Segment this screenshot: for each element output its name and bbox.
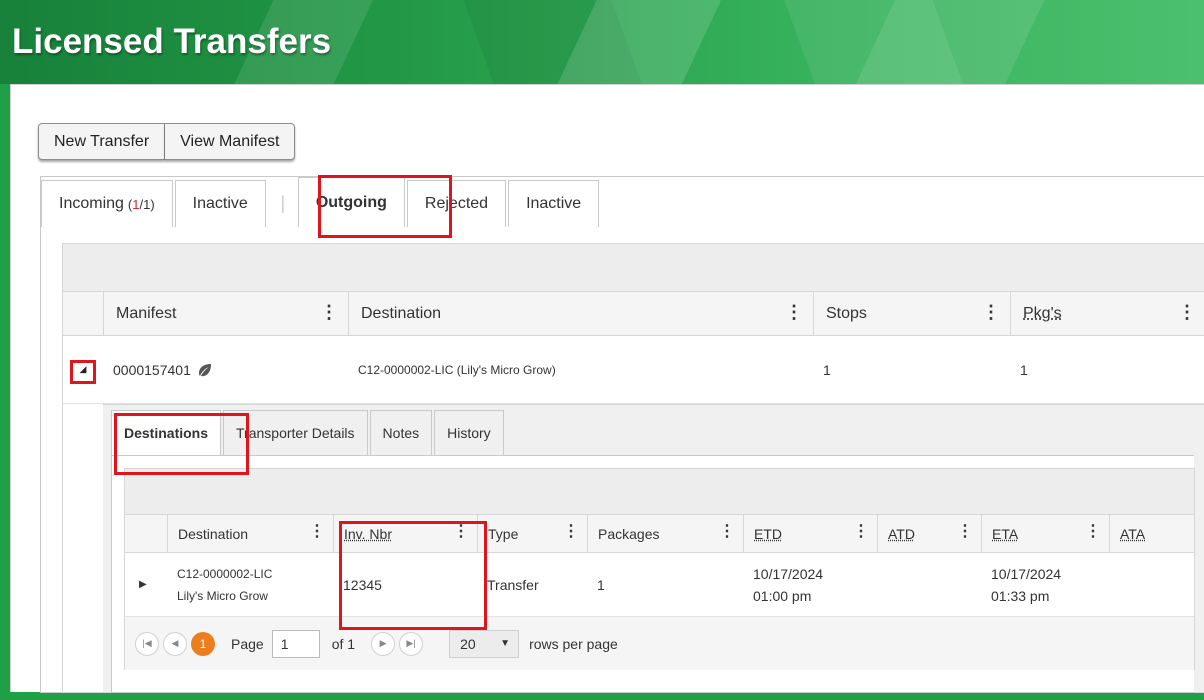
page-title: Licensed Transfers bbox=[12, 22, 332, 61]
header-stops[interactable]: Stops ⋮ bbox=[813, 292, 1010, 336]
header-destination[interactable]: Destination ⋮ bbox=[348, 292, 813, 336]
column-menu-icon[interactable]: ⋮ bbox=[320, 303, 338, 321]
header-expand-col bbox=[63, 292, 103, 336]
column-menu-icon[interactable]: ⋮ bbox=[785, 303, 803, 321]
header-packages[interactable]: Pkg's ⋮ bbox=[1010, 292, 1204, 336]
main-content: New Transfer View Manifest Incoming (1/1… bbox=[10, 84, 1204, 693]
next-page-icon[interactable]: ▶ bbox=[371, 631, 396, 656]
ata-cell bbox=[1109, 553, 1196, 617]
highlight-outgoing-tab bbox=[318, 175, 452, 238]
page-input[interactable]: 1 bbox=[271, 629, 320, 658]
column-menu-icon[interactable]: ⋮ bbox=[853, 523, 869, 541]
page-banner: Licensed Transfers bbox=[0, 0, 1204, 84]
last-page-icon[interactable]: ▶| bbox=[399, 631, 424, 656]
destinations-grid-toolbar bbox=[125, 469, 1194, 515]
column-menu-icon[interactable]: ⋮ bbox=[309, 523, 325, 541]
view-manifest-button[interactable]: View Manifest bbox=[165, 123, 296, 160]
destination-cell: C12-0000002-LIC Lily's Micro Grow bbox=[177, 567, 273, 603]
tab-incoming-label: Incoming bbox=[59, 195, 124, 212]
table-row[interactable]: ◢ 0000157401 C12-0000002-LIC (Lily's Mic… bbox=[63, 336, 1204, 404]
header-type[interactable]: Type ⋮ bbox=[477, 515, 587, 553]
action-button-group: New Transfer View Manifest bbox=[38, 123, 296, 160]
tab-incoming-inactive[interactable]: Inactive bbox=[174, 180, 266, 227]
incoming-count: (1/1) bbox=[127, 196, 155, 212]
packages-cell: 1 bbox=[1020, 362, 1028, 378]
header-etd[interactable]: ETD ⋮ bbox=[743, 515, 877, 553]
column-menu-icon[interactable]: ⋮ bbox=[1085, 523, 1101, 541]
column-menu-icon[interactable]: ⋮ bbox=[982, 303, 1000, 321]
column-menu-icon[interactable]: ⋮ bbox=[719, 523, 735, 541]
header-sub-packages[interactable]: Packages ⋮ bbox=[587, 515, 743, 553]
highlight-expand-toggle bbox=[70, 360, 96, 384]
header-ata[interactable]: ATA bbox=[1109, 515, 1196, 553]
header-atd[interactable]: ATD ⋮ bbox=[877, 515, 981, 553]
page-total: of 1 bbox=[331, 635, 356, 652]
pager: |◀ ◀ 1 Page 1 of 1 ▶ ▶| 20 ▼ rows per pa… bbox=[125, 617, 1194, 670]
tab-separator: | bbox=[280, 193, 286, 213]
atd-cell bbox=[877, 553, 981, 617]
destinations-grid: Destination ⋮ Inv. Nbr ⋮ Type ⋮ Packages… bbox=[124, 468, 1195, 670]
new-transfer-button[interactable]: New Transfer bbox=[38, 123, 166, 160]
column-menu-icon[interactable]: ⋮ bbox=[957, 523, 973, 541]
destination-row[interactable]: ▶ C12-0000002-LIC Lily's Micro Grow 1234… bbox=[125, 553, 1194, 617]
row-detail-area: Destinations Transporter Details Notes H… bbox=[103, 404, 1204, 693]
rows-per-page-label: rows per page bbox=[529, 635, 618, 652]
tab-notes[interactable]: Notes bbox=[369, 410, 433, 455]
header-eta[interactable]: ETA ⋮ bbox=[981, 515, 1109, 553]
eta-cell: 10/17/2024 01:33 pm bbox=[991, 566, 1062, 604]
type-cell: Transfer bbox=[487, 577, 539, 593]
tab-outgoing-inactive[interactable]: Inactive bbox=[508, 180, 600, 227]
destination-cell: C12-0000002-LIC (Lily's Micro Grow) bbox=[358, 363, 556, 377]
header-manifest[interactable]: Manifest ⋮ bbox=[103, 292, 348, 336]
current-page-badge[interactable]: 1 bbox=[191, 631, 215, 656]
destinations-header-row: Destination ⋮ Inv. Nbr ⋮ Type ⋮ Packages… bbox=[125, 515, 1194, 553]
page-label: Page bbox=[231, 635, 264, 652]
leaf-icon bbox=[198, 364, 211, 377]
highlight-inv-nbr bbox=[339, 521, 487, 630]
etd-cell: 10/17/2024 01:00 pm bbox=[753, 566, 824, 604]
destinations-panel: Destination ⋮ Inv. Nbr ⋮ Type ⋮ Packages… bbox=[111, 455, 1195, 693]
first-page-icon[interactable]: |◀ bbox=[135, 631, 159, 656]
grid-header-row: Manifest ⋮ Destination ⋮ Stops ⋮ Pkg's ⋮ bbox=[63, 292, 1204, 336]
sub-header-expand-col bbox=[125, 515, 167, 553]
header-sub-destination[interactable]: Destination ⋮ bbox=[167, 515, 333, 553]
column-menu-icon[interactable]: ⋮ bbox=[1178, 303, 1196, 321]
stops-cell: 1 bbox=[823, 362, 831, 378]
page-size-select[interactable]: 20 ▼ bbox=[449, 629, 520, 658]
column-menu-icon[interactable]: ⋮ bbox=[563, 523, 579, 541]
tab-incoming[interactable]: Incoming (1/1) bbox=[41, 180, 173, 227]
expand-row-icon[interactable]: ▶ bbox=[125, 553, 167, 617]
chevron-down-icon: ▼ bbox=[500, 638, 511, 649]
packages-cell: 1 bbox=[597, 577, 605, 593]
tab-history[interactable]: History bbox=[434, 410, 504, 455]
prev-page-icon[interactable]: ◀ bbox=[163, 631, 187, 656]
highlight-destinations-tab bbox=[114, 413, 249, 475]
grid-toolbar bbox=[63, 244, 1204, 292]
manifest-cell: 0000157401 bbox=[103, 336, 348, 404]
